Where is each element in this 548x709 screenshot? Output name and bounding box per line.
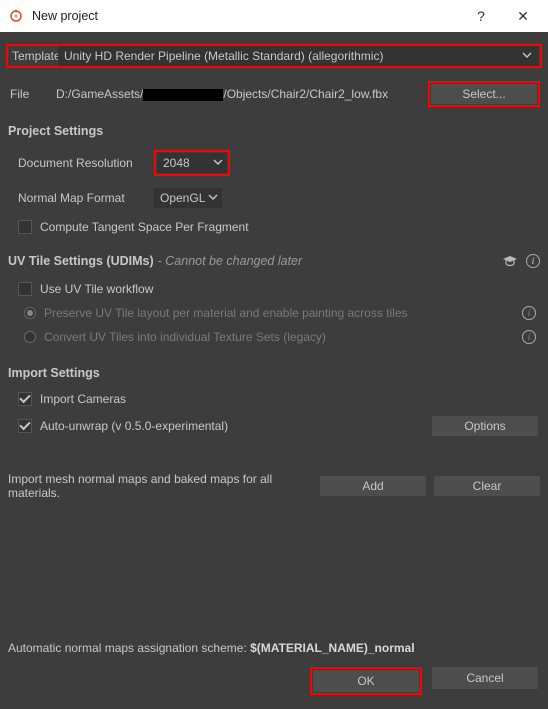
doc-resolution-value: 2048 bbox=[163, 156, 190, 170]
file-row: File D:/GameAssets/ /Objects/Chair2/Chair… bbox=[6, 82, 542, 106]
graduation-icon[interactable] bbox=[502, 254, 518, 268]
tangent-space-row: Compute Tangent Space Per Fragment bbox=[18, 220, 548, 234]
chevron-down-icon bbox=[522, 49, 532, 63]
app-logo-icon bbox=[8, 8, 24, 24]
assignation-scheme: Automatic normal maps assignation scheme… bbox=[8, 641, 548, 655]
auto-unwrap-row: Auto-unwrap (v 0.5.0-experimental) Optio… bbox=[18, 416, 548, 436]
tangent-space-checkbox[interactable] bbox=[18, 220, 32, 234]
scheme-value: $(MATERIAL_NAME)_normal bbox=[250, 641, 414, 655]
import-cameras-row: Import Cameras bbox=[18, 392, 548, 406]
titlebar: New project ? ✕ bbox=[0, 0, 548, 32]
project-settings-title: Project Settings bbox=[8, 124, 548, 138]
import-cameras-label: Import Cameras bbox=[40, 392, 126, 406]
redacted-segment bbox=[143, 89, 223, 101]
uv-tile-header: UV Tile Settings (UDIMs) - Cannot be cha… bbox=[8, 254, 540, 268]
uv-workflow-checkbox[interactable] bbox=[18, 282, 32, 296]
doc-resolution-label: Document Resolution bbox=[18, 156, 154, 170]
file-path: D:/GameAssets/ /Objects/Chair2/Chair2_low… bbox=[56, 87, 422, 101]
template-row: Template Unity HD Render Pipeline (Metal… bbox=[6, 44, 542, 68]
uv-tile-title: UV Tile Settings (UDIMs) bbox=[8, 254, 154, 268]
dialog-body: Template Unity HD Render Pipeline (Metal… bbox=[0, 32, 548, 709]
uv-convert-label: Convert UV Tiles into individual Texture… bbox=[44, 330, 326, 344]
normal-format-label: Normal Map Format bbox=[18, 191, 154, 205]
footer-buttons: OK Cancel bbox=[0, 667, 548, 709]
help-button[interactable]: ? bbox=[460, 0, 502, 32]
normal-format-value: OpenGL bbox=[160, 191, 205, 205]
info-icon[interactable]: i bbox=[522, 330, 536, 344]
doc-res-highlight: 2048 bbox=[154, 150, 230, 176]
doc-resolution-dropdown[interactable]: 2048 bbox=[157, 153, 227, 173]
spacer bbox=[0, 500, 548, 641]
normal-maps-text: Import mesh normal maps and baked maps f… bbox=[8, 472, 312, 500]
cancel-button[interactable]: Cancel bbox=[432, 667, 538, 689]
file-label: File bbox=[6, 87, 56, 101]
import-cameras-checkbox[interactable] bbox=[18, 392, 32, 406]
new-project-dialog: New project ? ✕ Template Unity HD Render… bbox=[0, 0, 548, 709]
uv-header-icons: i bbox=[502, 254, 540, 268]
ok-highlight: OK bbox=[310, 667, 422, 695]
options-button[interactable]: Options bbox=[432, 416, 538, 436]
template-label: Template bbox=[8, 49, 58, 63]
file-path-suffix: /Objects/Chair2/Chair2_low.fbx bbox=[223, 87, 388, 101]
normal-maps-row: Import mesh normal maps and baked maps f… bbox=[0, 472, 548, 500]
uv-tile-subtitle: - Cannot be changed later bbox=[158, 254, 303, 268]
uv-preserve-label: Preserve UV Tile layout per material and… bbox=[44, 306, 408, 320]
uv-workflow-row: Use UV Tile workflow bbox=[18, 282, 540, 296]
template-value: Unity HD Render Pipeline (Metallic Stand… bbox=[64, 49, 383, 63]
uv-convert-radio bbox=[24, 331, 36, 343]
doc-resolution-row: Document Resolution 2048 bbox=[18, 150, 548, 176]
window-title: New project bbox=[32, 9, 460, 23]
auto-unwrap-checkbox[interactable] bbox=[18, 419, 32, 433]
uv-workflow-label: Use UV Tile workflow bbox=[40, 282, 153, 296]
close-glyph: ✕ bbox=[517, 8, 529, 25]
file-path-prefix: D:/GameAssets/ bbox=[56, 87, 143, 101]
normal-format-row: Normal Map Format OpenGL bbox=[18, 188, 548, 208]
chevron-down-icon bbox=[208, 191, 218, 205]
select-highlight: Select... bbox=[428, 81, 540, 107]
uv-option-preserve: Preserve UV Tile layout per material and… bbox=[24, 306, 540, 320]
clear-button[interactable]: Clear bbox=[434, 476, 540, 496]
auto-unwrap-label: Auto-unwrap (v 0.5.0-experimental) bbox=[40, 419, 228, 433]
ok-button[interactable]: OK bbox=[313, 670, 419, 692]
close-button[interactable]: ✕ bbox=[502, 0, 544, 32]
tangent-space-label: Compute Tangent Space Per Fragment bbox=[40, 220, 249, 234]
help-glyph: ? bbox=[477, 8, 485, 24]
normal-format-dropdown[interactable]: OpenGL bbox=[154, 188, 222, 208]
scheme-prefix: Automatic normal maps assignation scheme… bbox=[8, 641, 250, 655]
info-icon[interactable]: i bbox=[522, 306, 536, 320]
info-icon[interactable]: i bbox=[526, 254, 540, 268]
uv-tile-section: UV Tile Settings (UDIMs) - Cannot be cha… bbox=[8, 254, 540, 344]
file-select-button[interactable]: Select... bbox=[431, 84, 537, 104]
uv-preserve-radio bbox=[24, 307, 36, 319]
add-button[interactable]: Add bbox=[320, 476, 426, 496]
import-settings-title: Import Settings bbox=[8, 366, 548, 380]
uv-option-convert: Convert UV Tiles into individual Texture… bbox=[24, 330, 540, 344]
chevron-down-icon bbox=[213, 156, 223, 170]
template-dropdown[interactable]: Unity HD Render Pipeline (Metallic Stand… bbox=[58, 46, 538, 66]
